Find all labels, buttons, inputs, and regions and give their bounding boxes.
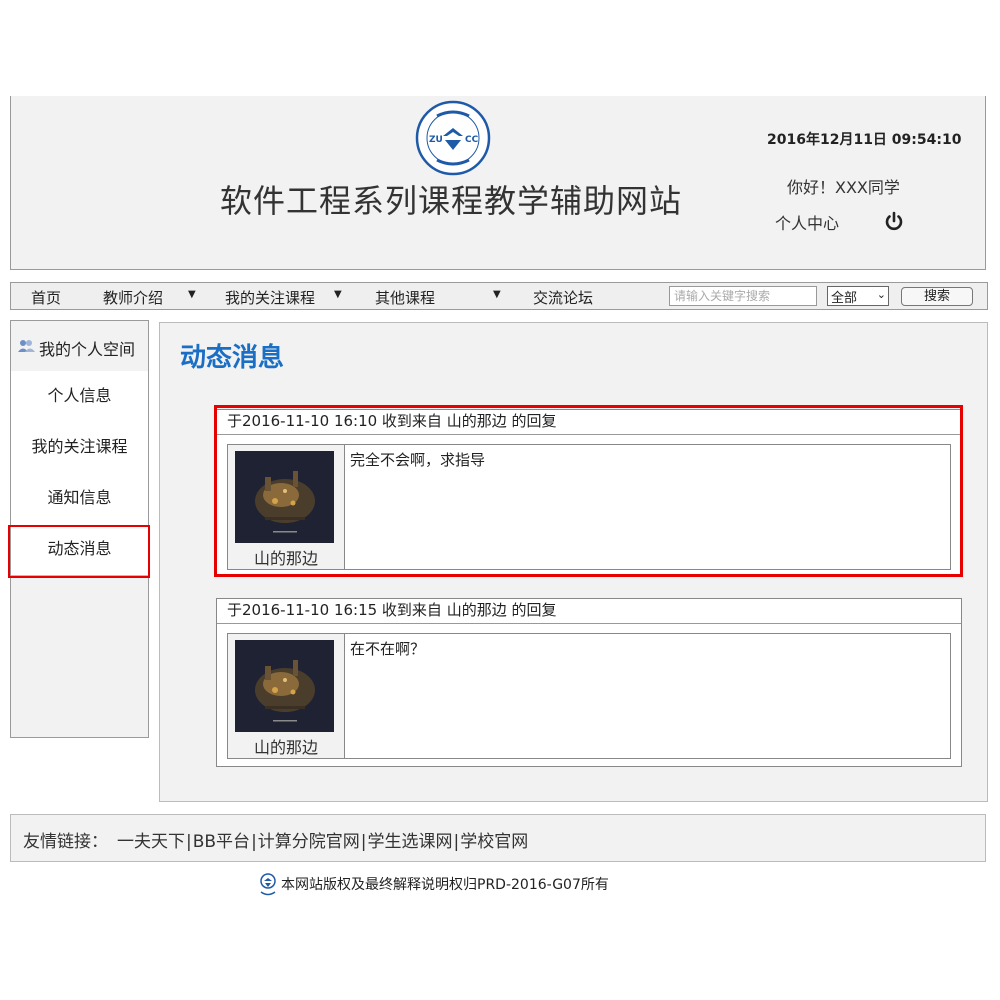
author-name: 山的那边 (253, 738, 318, 757)
chevron-down-icon[interactable]: ▼ (188, 289, 196, 300)
friend-links-bar: 友情链接： 一夫天下|BB平台|计算分院官网|学生选课网|学校官网 (10, 814, 986, 862)
message-body: 山的那边 在不在啊？ (227, 633, 951, 759)
university-logo: ZU CC (415, 100, 491, 176)
users-icon (18, 340, 35, 352)
message-highlight (214, 405, 963, 577)
active-item-highlight (8, 525, 150, 578)
datetime: 2016年12月11日 09:54:10 (767, 132, 962, 148)
nav-teachers[interactable]: 教师介绍 (103, 287, 163, 308)
personal-center-link[interactable]: 个人中心 (775, 210, 839, 234)
user-greeting: 你好！XXX同学 (787, 178, 900, 197)
message-text: 在不在啊？ (350, 640, 426, 658)
sidebar-title: 我的个人空间 (39, 340, 136, 359)
copyright-text: 本网站版权及最终解释说明权归PRD-2016-G07所有 (281, 877, 609, 893)
page-title: 动态消息 (180, 343, 285, 373)
logo-text-right: CC (465, 135, 479, 145)
friend-links-label: 友情链接： (23, 832, 108, 852)
friend-links-list: 一夫天下|BB平台|计算分院官网|学生选课网|学校官网 (117, 827, 528, 852)
site-title: 软件工程系列课程教学辅助网站 (219, 182, 682, 220)
sidebar-item-my-courses[interactable]: 我的关注课程 (11, 422, 148, 474)
chevron-down-icon: ⌄ (876, 288, 886, 301)
nav-forum[interactable]: 交流论坛 (533, 287, 593, 308)
nav-other-courses[interactable]: 其他课程 (375, 287, 435, 308)
copyright: 本网站版权及最终解释说明权归PRD-2016-G07所有 (260, 873, 609, 896)
message-card: 于2016-11-10 16:15 收到来自 山的那边 的回复 山的那边 在不在… (216, 598, 962, 767)
link-computer-dept[interactable]: 计算分院官网 (258, 832, 360, 852)
avatar[interactable] (235, 640, 334, 732)
link-separator: | (186, 832, 192, 852)
nav-my-courses[interactable]: 我的关注课程 (225, 287, 315, 308)
search-button[interactable]: 搜索 (901, 287, 973, 306)
site-header: ZU CC 软件工程系列课程教学辅助网站 2016年12月11日 09:54:1… (10, 96, 986, 270)
message-header: 于2016-11-10 16:15 收到来自 山的那边 的回复 (217, 599, 961, 624)
link-separator: | (251, 832, 257, 852)
link-separator: | (360, 832, 367, 852)
link-bb-platform[interactable]: BB平台 (193, 832, 250, 852)
chevron-down-icon[interactable]: ▼ (493, 289, 501, 300)
link-school-site[interactable]: 学校官网 (460, 832, 528, 852)
logo-text-left: ZU (429, 135, 443, 145)
sidebar-item-personal-info[interactable]: 个人信息 (11, 371, 148, 423)
link-yifu[interactable]: 一夫天下 (117, 832, 185, 852)
search-scope-select[interactable]: 全部 ⌄ (827, 286, 889, 306)
search-input[interactable] (669, 286, 817, 306)
nav-home[interactable]: 首页 (31, 287, 61, 308)
power-icon[interactable] (883, 210, 905, 232)
link-course-selection[interactable]: 学生选课网 (368, 832, 453, 852)
main-nav: 首页 教师介绍 ▼ 我的关注课程 ▼ 其他课程 ▼ 交流论坛 全部 ⌄ 搜索 (10, 282, 988, 310)
search-scope-value: 全部 (831, 291, 858, 306)
sidebar-header: 我的个人空间 (11, 321, 148, 372)
avatar-cell: 山的那边 (228, 634, 345, 758)
emblem-icon (260, 873, 276, 896)
sidebar-item-notifications[interactable]: 通知信息 (11, 473, 148, 525)
chevron-down-icon[interactable]: ▼ (334, 289, 342, 300)
